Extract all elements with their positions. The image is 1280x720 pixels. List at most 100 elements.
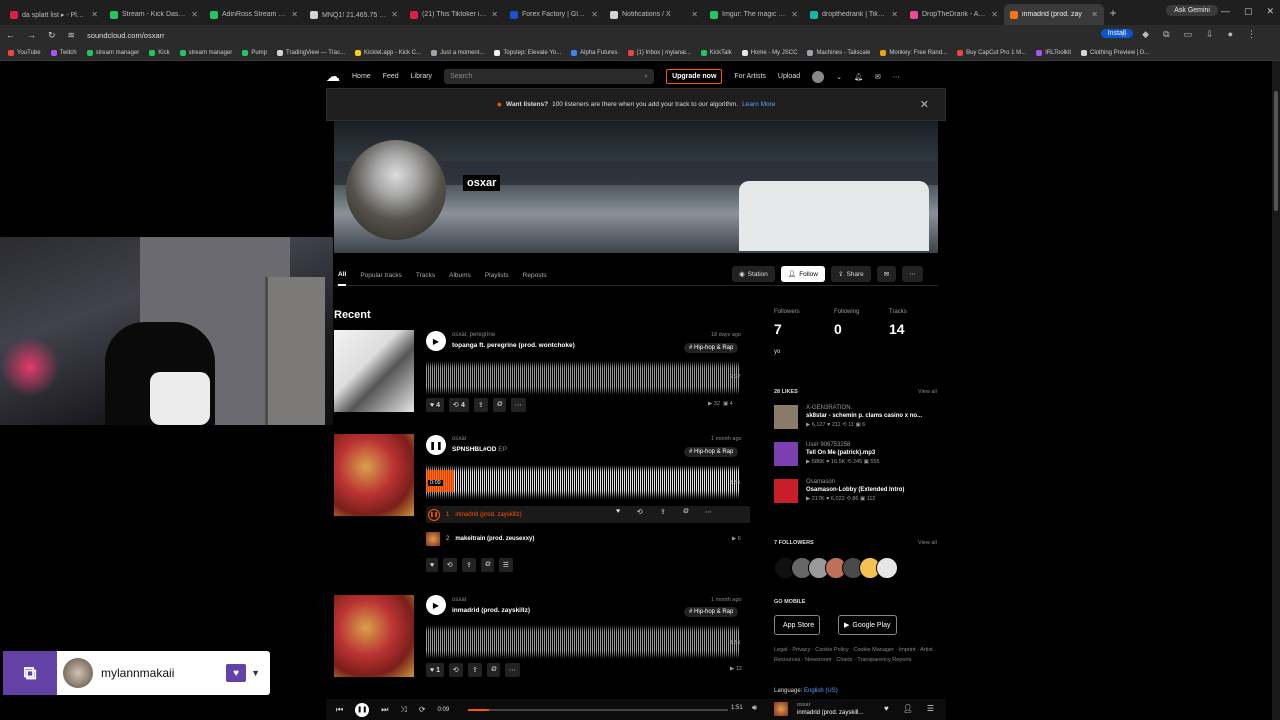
liked-track-artist[interactable]: X-GEN3RATION. xyxy=(806,405,922,411)
heart-icon[interactable]: ♥ xyxy=(884,704,889,713)
tracks-label[interactable]: Tracks xyxy=(889,309,907,315)
bookmark-item[interactable]: Pump xyxy=(242,49,267,56)
following-label[interactable]: Following xyxy=(834,309,859,315)
browser-tab[interactable]: da splatt list ▸ - Playlis ✕ xyxy=(4,4,104,25)
message-button[interactable]: ✉ xyxy=(876,266,897,282)
app-store-button[interactable]: App Store xyxy=(774,615,821,635)
liked-track-title[interactable]: Osamason-Lobby (Extended Intro) xyxy=(806,487,904,493)
track-artist[interactable]: osxar, peregrine xyxy=(452,332,495,338)
station-button[interactable]: ◉ Station xyxy=(732,266,775,282)
sub-track-2[interactable]: 2 makeitrain (prod. zeusexxy) xyxy=(426,532,534,546)
forward-icon[interactable]: → xyxy=(27,30,36,40)
play-button[interactable]: ▶ xyxy=(426,331,446,351)
share-button[interactable]: ⇪ xyxy=(462,558,476,572)
liked-track-artist[interactable]: Osamason xyxy=(806,479,904,485)
profile-tab-all[interactable]: All xyxy=(338,271,347,286)
like-button[interactable]: ♥ 1 xyxy=(426,663,445,677)
user-avatar[interactable] xyxy=(812,70,825,83)
browser-tab[interactable]: DropTheDrank - Apple I ✕ xyxy=(904,4,1004,25)
liked-track-title[interactable]: Tell On Me (patrick).mp3 xyxy=(806,450,880,456)
sub-track-1[interactable]: ❚❚ 1 inmadrid (prod. zayskillz) xyxy=(428,509,522,521)
browser-tab[interactable]: MNQ1! 21,465.75 ▾ -0. ✕ xyxy=(304,4,404,25)
genre-tag[interactable]: # Hip-hop & Rap xyxy=(684,447,739,457)
bookmark-item[interactable]: Alpha Futures xyxy=(571,49,618,56)
browser-tab[interactable]: Stream - Kick Dashboard ✕ xyxy=(104,4,204,25)
browser-tab[interactable]: Forex Factory | Global m ✕ xyxy=(504,4,604,25)
volume-icon[interactable]: 🔊︎ xyxy=(752,703,757,713)
liked-track-artwork[interactable] xyxy=(774,405,798,429)
profile-tab-tracks[interactable]: Tracks xyxy=(416,272,435,279)
pause-icon[interactable]: ❚❚ xyxy=(428,509,440,521)
like-button[interactable]: ♥ xyxy=(426,558,439,572)
extension-icon[interactable]: ◆ xyxy=(1142,29,1149,40)
browser-tab[interactable]: Imgur: The magic of the ✕ xyxy=(704,4,804,25)
download-icon[interactable]: ⇩ xyxy=(1206,29,1214,40)
bookmark-item[interactable]: YouTube xyxy=(8,49,41,56)
tab-close-icon[interactable]: ✕ xyxy=(191,10,198,19)
upload-link[interactable]: Upload xyxy=(778,73,800,80)
bookmark-item[interactable]: Just a moment... xyxy=(431,49,484,56)
liked-track[interactable]: Osamason Osamason-Lobby (Extended Intro) ▶… xyxy=(806,479,904,502)
tab-close-icon[interactable]: ✕ xyxy=(1091,10,1098,19)
repost-icon[interactable]: ⟲ xyxy=(637,508,643,516)
bookmark-item[interactable]: Buy CapCut Pro 1 M... xyxy=(957,49,1026,56)
site-info-icon[interactable]: ≋ xyxy=(68,30,76,41)
liked-track-artwork[interactable] xyxy=(774,442,798,466)
bookmark-item[interactable]: Topstep: Elevate Yo... xyxy=(494,49,561,56)
track-artwork[interactable] xyxy=(334,595,414,677)
shuffle-icon[interactable]: ⤨ xyxy=(400,705,406,715)
tab-close-icon[interactable]: ✕ xyxy=(991,10,998,19)
track-artwork[interactable] xyxy=(334,434,414,516)
heart-icon[interactable]: ♥ xyxy=(616,508,620,516)
profile-tab-playlists[interactable]: Playlists xyxy=(485,272,509,279)
tab-close-icon[interactable]: ✕ xyxy=(791,10,798,19)
minimize-icon[interactable]: — xyxy=(1221,6,1230,17)
close-window-icon[interactable]: ✕ xyxy=(1266,6,1274,17)
genre-tag[interactable]: # Hip-hop & Rap xyxy=(684,607,739,617)
liked-track-artist[interactable]: User 906753258 xyxy=(806,442,880,448)
bookmark-item[interactable]: Kicklet.app - Kick C... xyxy=(355,49,421,56)
progress-track[interactable] xyxy=(468,709,728,711)
share-button[interactable]: ⇪ Share xyxy=(830,266,871,282)
browser-tab[interactable]: (21) This Tiktoker is DM ✕ xyxy=(404,4,504,25)
tab-close-icon[interactable]: ✕ xyxy=(591,10,598,19)
bookmark-item[interactable]: (1) Inbox | mylanai... xyxy=(627,49,691,56)
google-play-button[interactable]: ▶ Google Play xyxy=(838,615,897,635)
copy-icon[interactable]: ⧉ xyxy=(683,508,688,516)
view-all-likes-link[interactable]: View all xyxy=(918,389,937,395)
tracks-count[interactable]: 14 xyxy=(889,321,905,337)
copy-link-button[interactable]: ⧉ xyxy=(492,398,506,412)
browser-tab[interactable]: dropthedrank | TikTok, ✕ xyxy=(804,4,904,25)
following-count[interactable]: 0 xyxy=(834,321,842,337)
search-input[interactable]: Search ⌕ xyxy=(444,69,655,84)
bookmark-item[interactable]: KickTalk xyxy=(700,49,732,56)
copy-link-button[interactable]: ⧉ xyxy=(480,558,494,572)
add-to-playlist-button[interactable]: ☰ xyxy=(498,558,514,572)
ask-gemini-button[interactable]: Ask Gemini xyxy=(1166,5,1218,16)
track-artwork[interactable] xyxy=(334,330,414,412)
for-artists-link[interactable]: For Artists xyxy=(734,73,766,80)
legal-links[interactable]: Legal · Privacy · Cookie Policy · Cookie… xyxy=(774,645,934,665)
bookmark-item[interactable]: Kick xyxy=(149,49,170,56)
tab-close-icon[interactable]: ✕ xyxy=(691,10,698,19)
followers-label[interactable]: Followers xyxy=(774,309,800,315)
tab-close-icon[interactable]: ✕ xyxy=(891,10,898,19)
more-icon[interactable]: ⋯ xyxy=(893,73,900,81)
bookmark-star-icon[interactable]: ☆ xyxy=(1120,29,1128,40)
bookmark-item[interactable]: Twitch xyxy=(50,49,77,56)
nav-home[interactable]: Home xyxy=(352,73,371,80)
more-button[interactable]: ⋯ xyxy=(504,663,520,677)
browser-tab[interactable]: inmadrid (prod. zay ✕ xyxy=(1004,4,1104,25)
puzzle-icon[interactable]: ⧉ xyxy=(1163,29,1169,40)
more-button[interactable]: ⋯ xyxy=(510,398,526,412)
now-playing-artist[interactable]: osxar xyxy=(797,702,810,708)
more-icon[interactable]: ⋯ xyxy=(705,508,712,516)
nav-feed[interactable]: Feed xyxy=(383,73,399,80)
liked-track[interactable]: X-GEN3RATION. sk8star - schemin p. clams … xyxy=(806,405,922,428)
liked-track[interactable]: User 906753258 Tell On Me (patrick).mp3 ▶ … xyxy=(806,442,880,465)
language-selector[interactable]: Language: English (US) xyxy=(774,688,838,694)
bookmark-item[interactable]: Machines - Tailscale xyxy=(807,49,870,56)
repost-button[interactable]: ⟲ 4 xyxy=(449,398,469,412)
follow-button[interactable]: 👤︎ Follow xyxy=(780,266,825,282)
repeat-icon[interactable]: ⟳ xyxy=(419,705,426,714)
